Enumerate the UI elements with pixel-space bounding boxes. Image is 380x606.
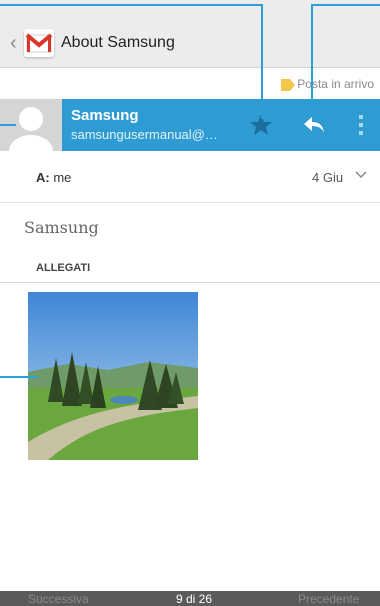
recipient-value: me	[53, 170, 72, 185]
callout-line	[311, 4, 313, 114]
message-body: Samsung	[24, 218, 99, 237]
recipient-text: A: me	[36, 170, 71, 185]
attachments-divider	[0, 282, 380, 283]
attachment-thumbnail[interactable]	[28, 292, 198, 460]
label-tag-icon	[281, 78, 296, 91]
callout-line	[261, 4, 263, 119]
email-view-screen: ‹ About Samsung Posta in arrivo Samsung …	[0, 0, 380, 606]
inbox-label-text: Posta in arrivo	[297, 77, 374, 91]
gmail-icon[interactable]	[24, 29, 54, 57]
message-date: 4 Giu	[312, 170, 344, 185]
sender-name[interactable]: Samsung	[71, 107, 139, 124]
page-title: About Samsung	[61, 34, 175, 51]
callout-line	[0, 4, 262, 6]
chevron-down-icon[interactable]	[354, 169, 368, 183]
callout-line	[366, 124, 380, 126]
previous-button[interactable]: Precedente	[298, 592, 359, 606]
chevron-left-icon[interactable]: ‹	[10, 33, 17, 53]
reply-icon[interactable]	[300, 111, 328, 139]
action-bar: ‹ About Samsung	[0, 0, 380, 68]
callout-line	[311, 4, 380, 6]
sender-header: Samsung samsungusermanual@…	[0, 99, 380, 151]
callout-line	[0, 376, 38, 378]
recipient-prefix: A:	[36, 170, 50, 185]
attachments-header: ALLEGATI	[36, 262, 91, 274]
label-row: Posta in arrivo	[0, 69, 380, 99]
next-button[interactable]: Successiva	[28, 592, 89, 606]
bottom-nav: Successiva 9 di 26 Precedente	[0, 591, 380, 606]
callout-line	[0, 124, 16, 126]
recipient-row[interactable]: A: me 4 Giu	[0, 151, 380, 203]
sender-email[interactable]: samsungusermanual@…	[71, 127, 218, 142]
inbox-label[interactable]: Posta in arrivo	[281, 77, 374, 91]
message-count: 9 di 26	[176, 592, 213, 606]
